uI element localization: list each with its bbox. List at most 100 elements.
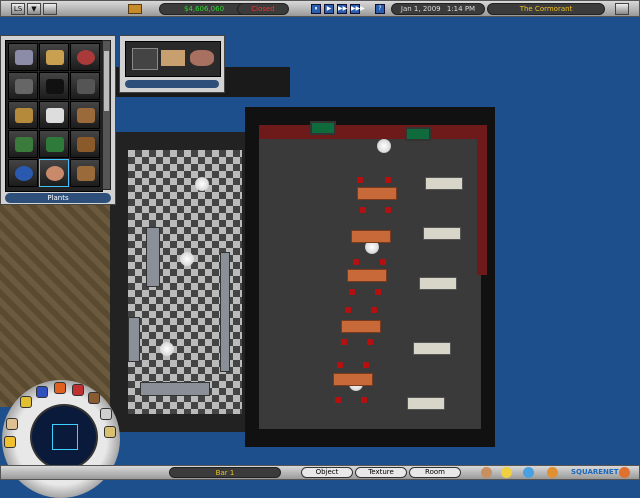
catalog-item[interactable] <box>70 101 100 129</box>
kitchen-counter[interactable] <box>140 382 210 396</box>
catalog-item[interactable] <box>39 43 69 71</box>
dining-table[interactable] <box>347 269 387 282</box>
chair[interactable] <box>353 259 359 265</box>
catalog-item[interactable] <box>70 72 100 100</box>
round-table-icon <box>46 166 64 181</box>
staff-icon[interactable] <box>36 386 48 398</box>
scrollbar-thumb[interactable] <box>104 51 109 111</box>
chair[interactable] <box>363 362 369 368</box>
play-button[interactable]: ▶ <box>324 4 334 14</box>
dining-table[interactable] <box>341 320 381 333</box>
shelf-icon[interactable] <box>132 48 158 70</box>
face-icon[interactable] <box>104 426 116 438</box>
minimap-view[interactable] <box>30 404 98 470</box>
arcade-machine[interactable] <box>310 121 336 135</box>
wood-floor-icon[interactable] <box>161 50 185 66</box>
menu-button[interactable]: LS <box>11 3 25 15</box>
dining-table[interactable] <box>357 187 397 200</box>
lamp-icon <box>46 108 64 123</box>
catalog-item-selected[interactable] <box>39 159 69 187</box>
chair[interactable] <box>360 207 366 213</box>
date-text: Jan 1, 2009 <box>400 5 441 13</box>
map-button[interactable] <box>43 3 57 15</box>
chair-icon <box>46 50 64 65</box>
burst-icon[interactable] <box>619 467 630 478</box>
catalog-item[interactable] <box>8 101 38 129</box>
person-icon[interactable] <box>481 467 492 478</box>
catalog-item[interactable] <box>70 159 100 187</box>
chair[interactable] <box>367 339 373 345</box>
dining-table[interactable] <box>351 230 391 243</box>
kitchen-stove[interactable] <box>146 227 160 287</box>
booth-seat[interactable] <box>419 277 457 290</box>
build-icon[interactable] <box>20 396 32 408</box>
bar-room[interactable] <box>245 107 495 447</box>
stats-icon[interactable] <box>54 382 66 394</box>
camera-icon[interactable] <box>100 408 112 420</box>
chair[interactable] <box>345 307 351 313</box>
red-wall <box>259 125 481 139</box>
dropdown-button[interactable]: ▼ <box>27 3 41 15</box>
catalog-item[interactable] <box>39 130 69 158</box>
dining-table[interactable] <box>333 373 373 386</box>
chair[interactable] <box>361 397 367 403</box>
chair[interactable] <box>335 397 341 403</box>
booth-seat[interactable] <box>423 227 461 240</box>
chair[interactable] <box>371 307 377 313</box>
chair[interactable] <box>357 177 363 183</box>
lightbulb-icon[interactable] <box>501 467 512 478</box>
booth-seat[interactable] <box>413 342 451 355</box>
tab-object[interactable]: Object <box>301 467 353 478</box>
smiley-icon[interactable] <box>4 436 16 448</box>
tab-room[interactable]: Room <box>409 467 461 478</box>
texture-preview-panel <box>119 35 225 93</box>
room-name-field[interactable]: Bar 1 <box>169 467 281 478</box>
chair[interactable] <box>380 259 386 265</box>
category-label[interactable]: Plants <box>5 193 111 203</box>
ceiling-lamp <box>195 177 209 191</box>
catalog-grid <box>5 40 103 192</box>
kitchen-counter[interactable] <box>220 252 230 372</box>
kitchen-counter[interactable] <box>128 317 140 362</box>
chair[interactable] <box>337 362 343 368</box>
globe-icon[interactable] <box>523 467 534 478</box>
catalog-item[interactable] <box>39 72 69 100</box>
catalog-item[interactable] <box>8 43 38 71</box>
booth-seat[interactable] <box>425 177 463 190</box>
crab-icon[interactable] <box>547 467 558 478</box>
menu-food-icon[interactable] <box>88 392 100 404</box>
catalog-item[interactable] <box>8 159 38 187</box>
cabinet-icon <box>77 166 95 181</box>
help-button[interactable]: ? <box>375 4 385 14</box>
catalog-item[interactable] <box>8 130 38 158</box>
catalog-item[interactable] <box>39 101 69 129</box>
pause-button[interactable]: ⏸ <box>311 4 321 14</box>
tab-texture[interactable]: Texture <box>355 467 407 478</box>
rug-swatch-icon[interactable] <box>190 50 214 66</box>
chair[interactable] <box>385 177 391 183</box>
booth-seat[interactable] <box>407 397 445 410</box>
venue-name-display: The Cormorant <box>487 3 605 15</box>
arcade-machine[interactable] <box>405 127 431 141</box>
catalog-item[interactable] <box>70 130 100 158</box>
money-icon <box>128 4 142 14</box>
person-icon[interactable] <box>6 418 18 430</box>
chair[interactable] <box>349 289 355 295</box>
fast-button[interactable]: ▶▶ <box>337 4 347 14</box>
console-icon <box>15 79 33 94</box>
money-display: $4,606,060 <box>159 3 249 15</box>
catalog-item[interactable] <box>8 72 38 100</box>
ceiling-lamp <box>180 252 194 266</box>
fastest-button[interactable]: ▶▶▶ <box>350 4 365 14</box>
catalog-item[interactable] <box>70 43 100 71</box>
bottom-toolbar: Bar 1 Object Texture Room SQUARENET <box>0 465 640 480</box>
close-icon[interactable] <box>615 3 629 15</box>
catalog-scrollbar[interactable] <box>102 40 111 190</box>
object-catalog-panel: Plants <box>0 35 116 205</box>
chair[interactable] <box>385 207 391 213</box>
chair[interactable] <box>375 289 381 295</box>
chair[interactable] <box>341 339 347 345</box>
round-rug-icon <box>15 166 33 181</box>
kitchen-room[interactable] <box>110 132 260 432</box>
finance-icon[interactable] <box>72 384 84 396</box>
